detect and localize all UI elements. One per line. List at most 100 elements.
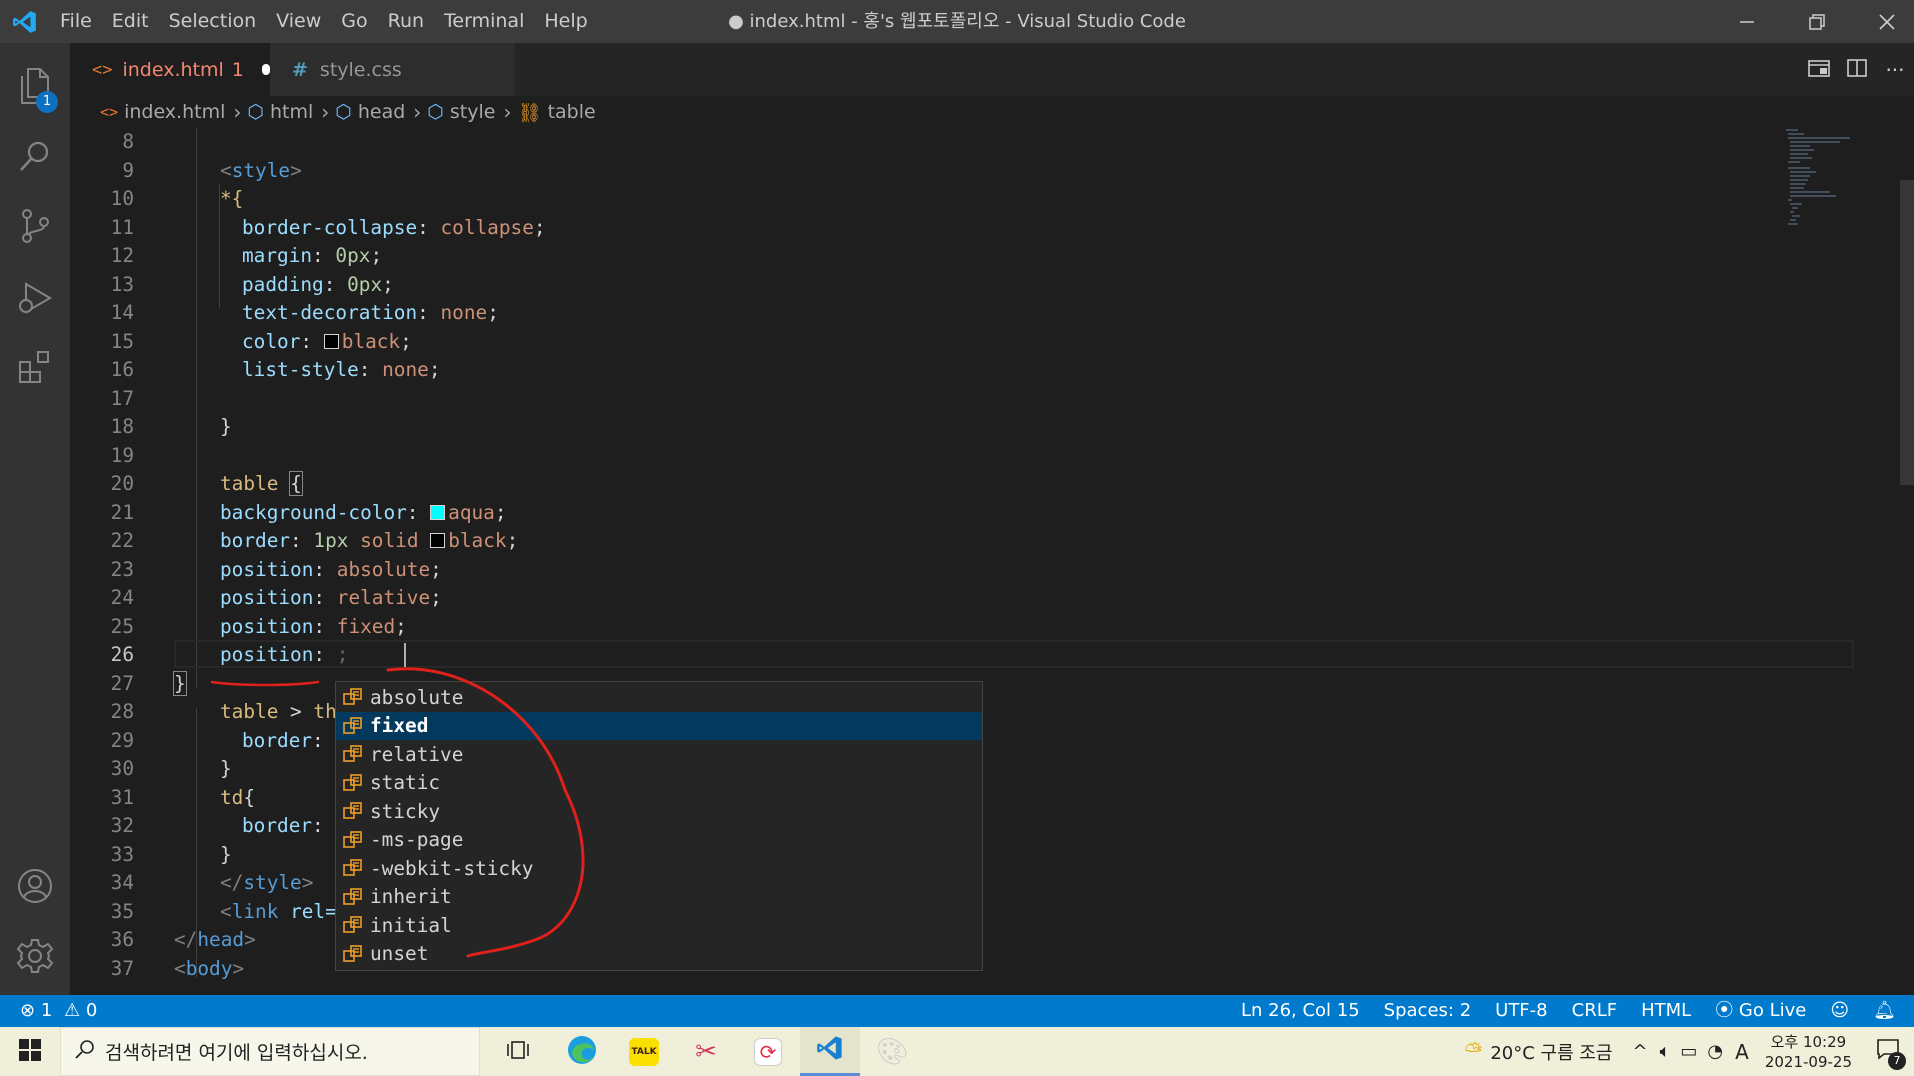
ime-indicator[interactable]: A xyxy=(1735,1040,1749,1064)
chevron-right-icon: › xyxy=(503,100,512,124)
battery-icon[interactable]: ▭ xyxy=(1680,1041,1697,1062)
color-swatch-black[interactable] xyxy=(430,533,446,548)
code-line-25: position: fixed; xyxy=(220,614,407,638)
breadcrumb-table[interactable]: ⛓ table xyxy=(517,101,595,124)
minimize-button[interactable] xyxy=(1712,0,1782,43)
feedback-button[interactable]: ☺ xyxy=(1818,995,1861,1027)
code-line-36: </head> xyxy=(174,928,256,951)
weather-text[interactable]: 20°C 구름 조금 xyxy=(1490,1039,1612,1065)
enum-member-icon xyxy=(342,914,364,936)
run-debug-icon xyxy=(16,280,54,320)
breadcrumb-style[interactable]: ⬡ style xyxy=(427,101,495,123)
explorer-badge: 1 xyxy=(36,91,58,113)
open-preview-button[interactable] xyxy=(1800,43,1838,96)
menu-edit[interactable]: Edit xyxy=(102,0,159,43)
run-debug-button[interactable] xyxy=(0,265,70,335)
line-number: 36 xyxy=(110,928,134,951)
line-number: 23 xyxy=(110,557,134,581)
taskbar-sync-app[interactable]: ⟳ xyxy=(738,1027,798,1076)
code-line-27: } xyxy=(173,670,187,696)
suggestion-item[interactable]: absolute xyxy=(336,683,982,712)
indentation[interactable]: Spaces: 2 xyxy=(1372,995,1483,1027)
split-editor-button[interactable] xyxy=(1838,43,1876,96)
color-swatch-aqua[interactable] xyxy=(430,504,446,520)
taskbar-search-box[interactable]: 검색하려면 여기에 입력하십시오. xyxy=(60,1027,480,1076)
broadcast-icon: ⦿ xyxy=(1715,1000,1734,1021)
enum-member-icon xyxy=(342,829,364,851)
search-placeholder: 검색하려면 여기에 입력하십시오. xyxy=(105,1042,368,1064)
cursor-position[interactable]: Ln 26, Col 15 xyxy=(1229,995,1372,1027)
menu-view[interactable]: View xyxy=(266,0,331,43)
line-number: 32 xyxy=(110,814,134,837)
unsaved-dot-icon[interactable] xyxy=(261,64,270,75)
clock-date: 2021-09-25 xyxy=(1764,1052,1852,1071)
tab-problem-count: 1 xyxy=(231,58,244,81)
code-line-26: position: ; xyxy=(220,643,349,666)
suggestion-item[interactable]: -ms-page xyxy=(336,826,982,855)
suggestion-item[interactable]: inherit xyxy=(336,883,982,912)
enum-member-icon xyxy=(342,686,364,708)
problems-indicator[interactable]: ⊗ 1 ⚠ 0 xyxy=(0,995,109,1027)
close-window-button[interactable] xyxy=(1852,0,1914,43)
html-icon: <> xyxy=(100,103,119,121)
suggestion-item[interactable]: sticky xyxy=(336,797,982,826)
breadcrumb-file[interactable]: <> index.html xyxy=(100,101,225,123)
line-number: 30 xyxy=(110,757,134,780)
breadcrumb-label: table xyxy=(547,101,596,123)
suggestion-item[interactable]: fixed xyxy=(336,711,982,740)
taskbar-paint[interactable]: 🎨︎ xyxy=(862,1027,922,1076)
menu-go[interactable]: Go xyxy=(331,0,377,43)
manage-button[interactable] xyxy=(0,923,70,993)
line-ending[interactable]: CRLF xyxy=(1560,995,1629,1027)
suggestion-item[interactable]: static xyxy=(336,769,982,798)
menu-file[interactable]: File xyxy=(50,0,102,43)
menu-terminal[interactable]: Terminal xyxy=(434,0,534,43)
line-number: 29 xyxy=(110,728,134,752)
language-mode[interactable]: HTML xyxy=(1629,995,1703,1027)
search-button[interactable] xyxy=(0,123,70,193)
task-view-icon xyxy=(507,1040,529,1064)
suggestion-item[interactable]: unset xyxy=(336,940,982,969)
taskbar-edge[interactable] xyxy=(552,1027,612,1076)
element-cube-icon: ⬡ xyxy=(427,101,444,123)
start-button[interactable] xyxy=(0,1027,60,1076)
suggestion-item[interactable]: relative xyxy=(336,740,982,769)
volume-icon[interactable]: 🔈︎ xyxy=(1660,1041,1671,1062)
chevron-up-icon[interactable]: ^ xyxy=(1632,1041,1647,1062)
taskbar-vscode[interactable] xyxy=(800,1027,860,1076)
extensions-button[interactable] xyxy=(0,334,70,404)
color-swatch-black[interactable] xyxy=(323,333,339,349)
suggestion-item[interactable]: -webkit-sticky xyxy=(336,854,982,883)
source-control-button[interactable] xyxy=(0,193,70,263)
more-actions-button[interactable]: ··· xyxy=(1876,43,1914,96)
minimap[interactable] xyxy=(1780,128,1900,258)
suggestion-item[interactable]: initial xyxy=(336,911,982,940)
clock[interactable]: 오후 10:29 2021-09-25 xyxy=(1765,1032,1852,1072)
menu-help[interactable]: Help xyxy=(534,0,597,43)
line-number: 34 xyxy=(110,871,134,894)
notifications-button[interactable]: 🔔︎ xyxy=(1861,995,1914,1027)
tab-style-css[interactable]: # style.css xyxy=(270,43,515,96)
vertical-scrollbar[interactable] xyxy=(1900,180,1914,485)
breadcrumb-head[interactable]: ⬡ head xyxy=(335,101,405,123)
line-number: 25 xyxy=(110,614,134,638)
taskbar-snipping-tool[interactable]: ✂ xyxy=(676,1027,736,1076)
line-number: 12 xyxy=(110,244,134,267)
explorer-button[interactable]: 1 xyxy=(0,53,70,123)
search-icon xyxy=(75,1039,95,1064)
task-view-button[interactable] xyxy=(488,1027,548,1076)
encoding[interactable]: UTF-8 xyxy=(1483,995,1559,1027)
menu-run[interactable]: Run xyxy=(378,0,434,43)
accounts-button[interactable] xyxy=(0,853,70,923)
taskbar-kakaotalk[interactable]: TALK xyxy=(614,1027,674,1076)
wifi-icon[interactable]: ◔ xyxy=(1707,1041,1723,1062)
tab-index-html[interactable]: <> index.html 1 xyxy=(70,43,270,96)
menu-selection[interactable]: Selection xyxy=(159,0,267,43)
line-number: 8 xyxy=(122,130,134,153)
breadcrumb-html[interactable]: ⬡ html xyxy=(247,101,313,123)
action-center-button[interactable]: 7 xyxy=(1868,1032,1908,1072)
restore-button[interactable] xyxy=(1782,0,1852,43)
notification-count: 7 xyxy=(1888,1051,1906,1070)
go-live-button[interactable]: ⦿ Go Live xyxy=(1703,995,1818,1027)
extensions-icon xyxy=(17,349,53,389)
